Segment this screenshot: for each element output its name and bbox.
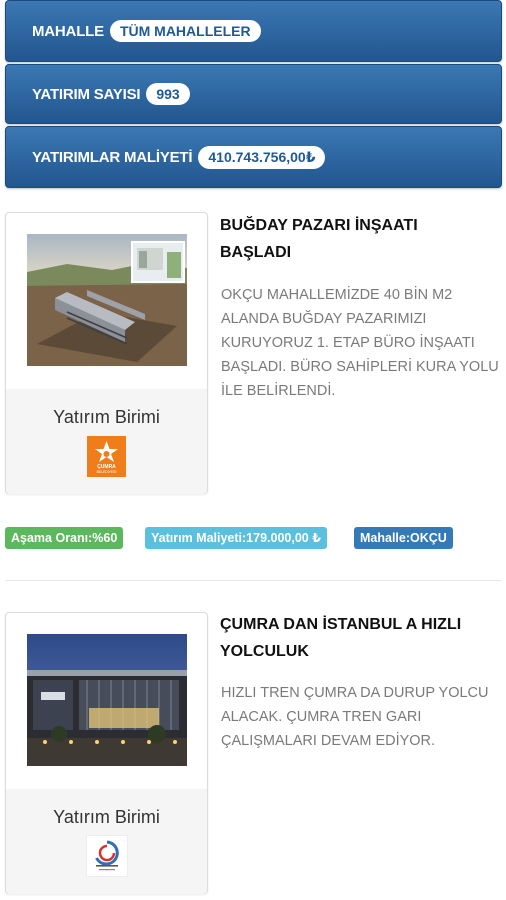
cumra-municipality-logo[interactable]: ÇUMRA BELEDİYESİ [87,436,126,477]
investment-count-label: YATIRIM SAYISI [32,85,141,103]
investment-unit-label: Yatırım Birimi [53,407,160,427]
neighborhood-value-pill[interactable]: TÜM MAHALLELER [109,20,261,42]
news-card-2[interactable]: Yatırım Birimi [5,612,208,894]
news-body-2: HIZLI TREN ÇUMRA DA DURUP YOLCU ALACAK. … [221,685,489,749]
neighborhood-label: MAHALLE [32,22,104,40]
investment-cost-bar: YATIRIMLAR MALİYETİ 410.743.756,00₺ [5,126,502,188]
progress-badge: Aşama Oranı:%60 [5,527,124,549]
news-title-2[interactable]: ÇUMRA DAN İSTANBUL A HIZLI YOLCULUK [220,611,500,665]
svg-text:BELEDİYESİ: BELEDİYESİ [97,469,117,474]
investment-unit-logo[interactable] [86,835,128,877]
news-card-1[interactable]: Yatırım Birimi ÇUMRA BELEDİYESİ [5,212,208,494]
news-photo-train-station[interactable] [27,634,187,766]
news-divider [5,580,502,581]
investment-cost-label: YATIRIMLAR MALİYETİ [32,148,193,166]
news-image-frame [6,213,207,390]
investment-count-pill: 993 [146,83,190,105]
district-badge: Mahalle:OKÇU [354,527,453,549]
investment-cost-pill: 410.743.756,00₺ [198,145,326,169]
investment-count-bar: YATIRIM SAYISI 993 [5,64,502,124]
cost-badge: Yatırım Maliyeti:179.000,00 ₺ [145,527,327,549]
investment-unit-section: Yatırım Birimi [6,789,207,894]
investment-unit-section: Yatırım Birimi ÇUMRA BELEDİYESİ [6,389,207,494]
news-body-1: OKÇU MAHALLEMİZDE 40 BİN M2 ALANDA BUĞDA… [221,287,499,399]
news-photo-construction[interactable] [27,234,187,366]
news-image-frame [6,613,207,790]
neighborhood-filter-bar[interactable]: MAHALLE TÜM MAHALLELER [5,0,502,62]
news-title-1[interactable]: BUĞDAY PAZARI İNŞAATI BAŞLADI [220,212,450,266]
investment-unit-label: Yatırım Birimi [53,807,160,827]
